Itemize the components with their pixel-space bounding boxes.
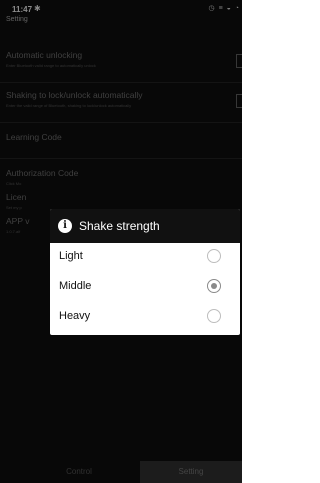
radio-button-icon[interactable]	[207, 279, 221, 293]
dialog-title: Shake strength	[79, 219, 160, 233]
info-icon: i	[58, 219, 72, 233]
option-label: Middle	[59, 280, 92, 292]
option-middle[interactable]: Middle	[50, 273, 240, 303]
option-label: Heavy	[59, 310, 91, 322]
dialog-header: i Shake strength	[50, 209, 240, 243]
option-label: Light	[59, 250, 83, 262]
option-heavy[interactable]: Heavy	[50, 303, 240, 333]
radio-button-icon[interactable]	[207, 309, 221, 323]
radio-dot	[211, 283, 217, 289]
option-light[interactable]: Light	[50, 243, 240, 273]
radio-button-icon[interactable]	[207, 249, 221, 263]
app-screen: 11:47 ✱ ◷ ≡ ◒ ◔ Setting Automatic unlock…	[0, 0, 242, 483]
shake-strength-dialog: i Shake strength Light Middle Heavy	[50, 209, 240, 335]
